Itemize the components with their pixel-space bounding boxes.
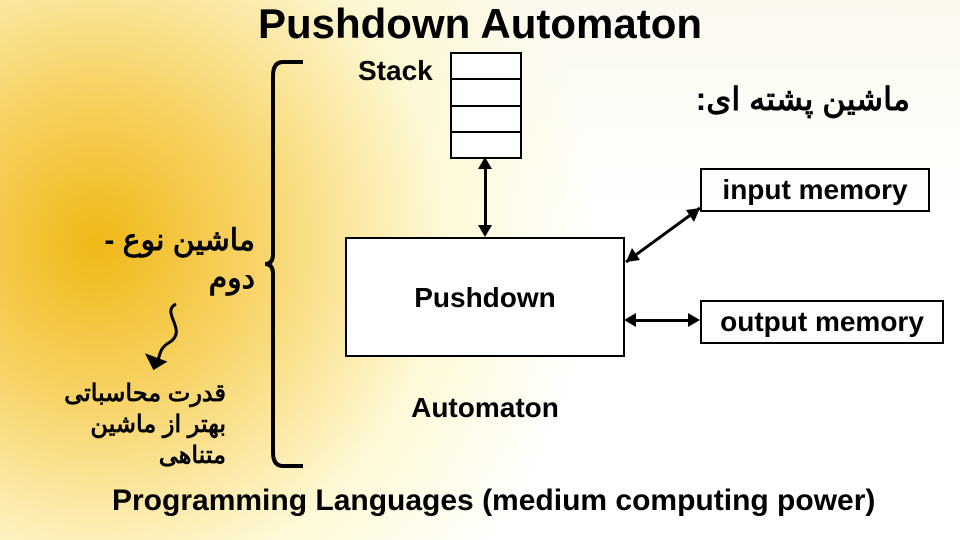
bracket-icon (265, 54, 305, 474)
type2-label: ماشین نوع - دوم (50, 222, 255, 297)
stack-graphic (450, 52, 522, 159)
power-line1: قدرت محاسباتی (64, 380, 226, 407)
arrowhead-icon (478, 157, 492, 169)
arrowhead-icon (688, 313, 700, 327)
output-memory-box: output memory (700, 300, 944, 344)
power-line2: بهتر از ماشین (90, 411, 226, 438)
power-note: قدرت محاسباتی بهتر از ماشین متناهی (36, 378, 226, 472)
arrow-stack-pda (484, 167, 487, 227)
squiggle-arrow-icon (140, 300, 190, 380)
type2-line2: دوم (209, 262, 255, 295)
power-line3: متناهی (159, 442, 226, 469)
heading-fa: ماشین پشته ای: (696, 80, 910, 118)
stack-label: Stack (358, 55, 433, 87)
input-memory-box: input memory (700, 168, 930, 212)
arrow-input-pda (618, 200, 708, 270)
footer-text: Programming Languages (medium computing … (112, 484, 875, 518)
slide-title: Pushdown Automaton (0, 0, 960, 48)
type2-line1: ماشین نوع (123, 224, 255, 257)
pda-box: Pushdown Automaton (345, 237, 625, 357)
arrowhead-icon (478, 225, 492, 237)
arrow-output-pda (634, 319, 690, 322)
arrowhead-icon (624, 313, 636, 327)
